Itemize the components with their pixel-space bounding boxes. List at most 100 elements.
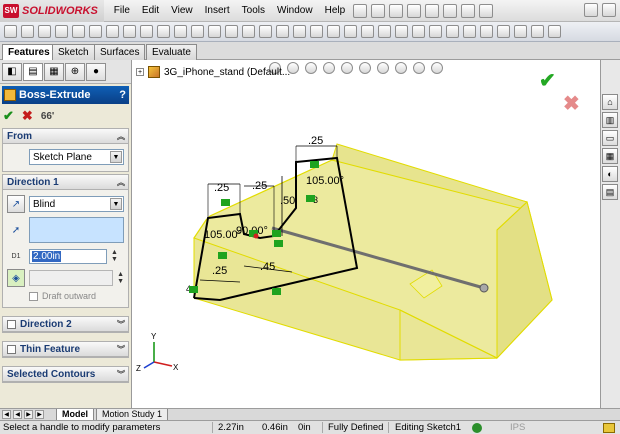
pattern-icon[interactable] (157, 25, 170, 38)
chevron-down-icon[interactable]: ▼ (110, 151, 122, 163)
constraint-marker[interactable] (189, 286, 198, 293)
rebuild-status-icon[interactable] (472, 423, 482, 433)
graphics-area[interactable]: + 3G_iPhone_stand (Default... ✔ ✖ .25 .2… (132, 60, 600, 408)
draft-icon[interactable] (191, 25, 204, 38)
emboss-icon[interactable] (531, 25, 544, 38)
tooltip-icon[interactable] (603, 423, 615, 433)
appearances-icon[interactable]: ◐ (602, 166, 618, 182)
detailed-preview-icon[interactable]: 66' (41, 111, 55, 122)
depth-spinner[interactable]: ▲ ▼ (111, 249, 118, 263)
view-palette-icon[interactable]: ▦ (602, 148, 618, 164)
revolve-cut-icon[interactable] (89, 25, 102, 38)
dimxpert-manager-icon[interactable]: ⊕ (65, 62, 85, 81)
extrude-cut-icon[interactable] (72, 25, 85, 38)
menu-file[interactable]: File (108, 0, 136, 22)
collapse-icon[interactable]: ︽ (117, 131, 125, 142)
combine-icon[interactable] (378, 25, 391, 38)
help-icon[interactable]: ? (119, 89, 126, 101)
depth-input[interactable]: 2.00in (29, 248, 107, 264)
direction1-header[interactable]: Direction 1 ︽ (3, 175, 128, 190)
loft-icon[interactable] (55, 25, 68, 38)
expand-icon[interactable]: ︾ (117, 319, 125, 330)
menu-view[interactable]: View (165, 0, 199, 22)
freeform-icon[interactable] (446, 25, 459, 38)
scale-icon[interactable] (344, 25, 357, 38)
dimension-text[interactable]: 105.00° (306, 175, 344, 187)
model-viewport[interactable]: .25 .25 .25 .50 105.00° 105.00° 90.00° .… (132, 60, 600, 408)
tab-scroll-last-icon[interactable]: ▶ (35, 410, 44, 419)
select-icon[interactable] (443, 3, 458, 18)
constraint-marker[interactable] (272, 288, 281, 295)
constraint-marker[interactable] (310, 161, 319, 168)
rebuild-icon[interactable] (461, 3, 476, 18)
undo-icon[interactable] (425, 3, 440, 18)
instant3d-icon[interactable] (310, 25, 323, 38)
expand-icon[interactable]: ︾ (117, 344, 125, 355)
tab-sketch[interactable]: Sketch (52, 44, 95, 60)
fillet-icon[interactable] (140, 25, 153, 38)
dimension-text[interactable]: .25 (252, 180, 267, 192)
thin-feature-checkbox[interactable] (7, 344, 16, 354)
tab-evaluate[interactable]: Evaluate (146, 44, 197, 60)
constraint-marker[interactable] (272, 230, 281, 237)
wrap-icon[interactable] (225, 25, 238, 38)
feature-manager-icon[interactable]: ◧ (2, 62, 22, 81)
tab-scroll-left-icon[interactable]: ◀ (2, 410, 11, 419)
window-control-icon[interactable] (602, 3, 616, 17)
dimension-text[interactable]: .25 (214, 182, 229, 194)
tab-features[interactable]: Features (2, 44, 56, 61)
collapse-icon[interactable]: ︽ (117, 177, 125, 188)
direction2-checkbox[interactable] (7, 319, 16, 329)
constraint-marker[interactable] (221, 199, 230, 206)
tab-scroll-next-icon[interactable]: ▶ (24, 410, 33, 419)
curves-icon[interactable] (293, 25, 306, 38)
split-icon[interactable] (361, 25, 374, 38)
cancel-icon[interactable]: ✖ (22, 108, 33, 124)
mirror-icon[interactable] (259, 25, 272, 38)
file-explorer-icon[interactable]: ▭ (602, 130, 618, 146)
design-library-icon[interactable]: ▥ (602, 112, 618, 128)
constraint-marker[interactable] (274, 240, 283, 247)
open-icon[interactable] (371, 3, 386, 18)
options-icon[interactable] (479, 3, 494, 18)
constraint-marker[interactable] (218, 252, 227, 259)
shell-icon[interactable] (208, 25, 221, 38)
thin-feature-header[interactable]: Thin Feature ︾ (3, 342, 128, 357)
end-condition-select[interactable]: Blind ▼ (29, 196, 124, 212)
lofted-cut-icon[interactable] (123, 25, 136, 38)
save-icon[interactable] (389, 3, 404, 18)
extrude-boss-icon[interactable] (4, 25, 17, 38)
configuration-manager-icon[interactable]: ▦ (44, 62, 64, 81)
menu-window[interactable]: Window (271, 0, 319, 22)
menu-tools[interactable]: Tools (236, 0, 271, 22)
display-manager-icon[interactable]: ● (86, 62, 106, 81)
pin-icon[interactable] (548, 25, 561, 38)
tab-scroll-first-icon[interactable]: ◀ (13, 410, 22, 419)
deform-icon[interactable] (480, 25, 493, 38)
indent-icon[interactable] (497, 25, 510, 38)
hole-wizard-icon[interactable] (327, 25, 340, 38)
direction2-header[interactable]: Direction 2 ︾ (3, 317, 128, 332)
menu-edit[interactable]: Edit (136, 0, 165, 22)
move-body-icon[interactable] (412, 25, 425, 38)
menu-insert[interactable]: Insert (199, 0, 236, 22)
dimension-text[interactable]: .25 (308, 135, 323, 147)
thread-icon[interactable] (514, 25, 527, 38)
dimension-text[interactable]: .50 (280, 195, 295, 207)
app-logo[interactable]: SW SOLIDWORKS (0, 0, 104, 22)
extrude-handle-end[interactable] (479, 283, 489, 293)
expand-icon[interactable]: ︾ (117, 369, 125, 380)
status-units[interactable]: IPS (510, 422, 525, 434)
sweep-icon[interactable] (38, 25, 51, 38)
swept-cut-icon[interactable] (106, 25, 119, 38)
ok-icon[interactable]: ✔ (3, 108, 14, 124)
constraint-marker[interactable] (306, 195, 315, 202)
rib-icon[interactable] (174, 25, 187, 38)
from-select[interactable]: Sketch Plane ▼ (29, 149, 124, 165)
tab-surfaces[interactable]: Surfaces (94, 44, 146, 60)
dimension-text[interactable]: .25 (212, 265, 227, 277)
draft-on-off-icon[interactable]: ◈ (7, 269, 25, 287)
chevron-down-icon[interactable]: ▼ (110, 198, 122, 210)
reference-geometry-icon[interactable] (276, 25, 289, 38)
draft-outward-checkbox[interactable] (29, 291, 38, 301)
